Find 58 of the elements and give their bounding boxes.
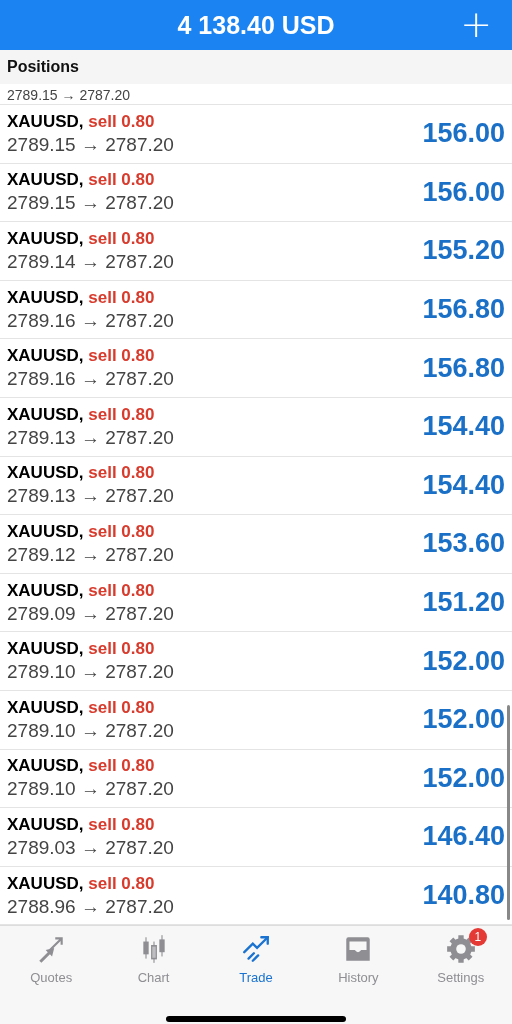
price-range: 2789.16 → 2787.20 xyxy=(7,309,174,332)
price-range: 2789.10 → 2787.20 xyxy=(7,719,174,742)
price-range: 2789.09 → 2787.20 xyxy=(7,602,174,625)
price-range: 2789.10 → 2787.20 xyxy=(7,778,174,801)
notification-badge: 1 xyxy=(468,928,487,947)
price-range: 2789.10 → 2787.20 xyxy=(7,661,174,684)
profit-value: 146.40 xyxy=(422,821,505,853)
position-title: XAUUSD, sell 0.80 xyxy=(7,580,156,601)
position-title: XAUUSD, sell 0.80 xyxy=(7,111,156,132)
price-range: 2789.03 → 2787.20 xyxy=(7,836,174,859)
position-title: XAUUSD, sell 0.80 xyxy=(7,229,156,249)
position-row[interactable]: XAUUSD, sell 0.80 2789.15 → 2787.20 156.00 xyxy=(0,163,512,223)
account-balance: 4 138.40 USD xyxy=(177,10,335,40)
add-button[interactable]: + xyxy=(460,4,492,44)
profit-value: 156.80 xyxy=(422,352,505,384)
price-range: 2789.13 → 2787.20 xyxy=(7,485,174,508)
price-range: 2789.16 → 2787.20 xyxy=(7,368,174,391)
position-title: XAUUSD, sell 0.80 xyxy=(7,814,156,835)
position-row[interactable]: XAUUSD, sell 0.80 2789.16 → 2787.20 156.80 xyxy=(0,280,512,340)
position-row[interactable]: XAUUSD, sell 0.80 2789.15 → 2787.20 156.00 xyxy=(0,105,512,164)
position-row[interactable]: XAUUSD, sell 0.80 2789.13 → 2787.20 154.40 xyxy=(0,456,512,516)
position-title: XAUUSD, sell 0.80 xyxy=(7,697,156,718)
profit-value: 156.00 xyxy=(422,176,505,208)
profit-value: 155.20 xyxy=(422,235,505,267)
price-range: 2789.15 → 2787.20 xyxy=(7,87,130,103)
profit-value: 154.40 xyxy=(422,411,505,443)
profit-value: 156.00 xyxy=(422,118,505,150)
position-title: XAUUSD, sell 0.80 xyxy=(7,170,156,191)
price-range: 2789.13 → 2787.20 xyxy=(7,426,174,449)
profit-value: 156.80 xyxy=(422,294,505,326)
tab-button[interactable]: Trade xyxy=(210,932,301,1003)
profit-value: 152.00 xyxy=(422,704,505,736)
position-title: XAUUSD, sell 0.80 xyxy=(7,756,156,777)
position-title: XAUUSD, sell 0.80 xyxy=(7,287,156,308)
price-range: 2789.12 → 2787.20 xyxy=(7,543,174,566)
position-row[interactable]: XAUUSD, sell 0.80 2789.09 → 2787.20 151.20 xyxy=(0,573,512,633)
position-title: XAUUSD, sell 0.80 xyxy=(7,346,156,367)
position-row[interactable]: XAUUSD, sell 0.80 2789.14 → 2787.20 155.20 xyxy=(0,222,512,281)
position-title: XAUUSD, sell 0.80 xyxy=(7,521,156,542)
position-title: XAUUSD, sell 0.80 xyxy=(7,639,156,660)
price-range: 2789.14 → 2787.20 xyxy=(7,251,174,273)
profit-value: 152.00 xyxy=(422,762,505,794)
price-range: 2788.96 → 2787.20 xyxy=(7,895,174,918)
position-title: XAUUSD, sell 0.80 xyxy=(7,463,156,484)
profit-value: 151.20 xyxy=(422,587,505,619)
price-range: 2789.15 → 2787.20 xyxy=(7,192,174,215)
price-range: 2789.15 → 2787.20 xyxy=(7,133,174,156)
position-row[interactable]: XAUUSD, sell 0.80 2789.10 → 2787.20 152.00 xyxy=(0,632,512,691)
profit-value: 140.80 xyxy=(422,880,505,911)
position-title: XAUUSD, sell 0.80 xyxy=(7,404,156,425)
position-row[interactable]: XAUUSD, sell 0.80 2789.16 → 2787.20 156.80 xyxy=(0,339,512,398)
position-row[interactable]: XAUUSD, sell 0.80 2789.12 → 2787.20 153.60 xyxy=(0,515,512,574)
section-title: Positions xyxy=(7,58,79,76)
position-row[interactable]: XAUUSD, sell 0.80 2789.13 → 2787.20 154.40 xyxy=(0,397,512,457)
position-title: XAUUSD, sell 0.80 xyxy=(7,873,156,894)
profit-value: 152.00 xyxy=(422,645,505,677)
profit-value: 153.60 xyxy=(422,528,505,560)
profit-value: 154.40 xyxy=(422,469,505,501)
